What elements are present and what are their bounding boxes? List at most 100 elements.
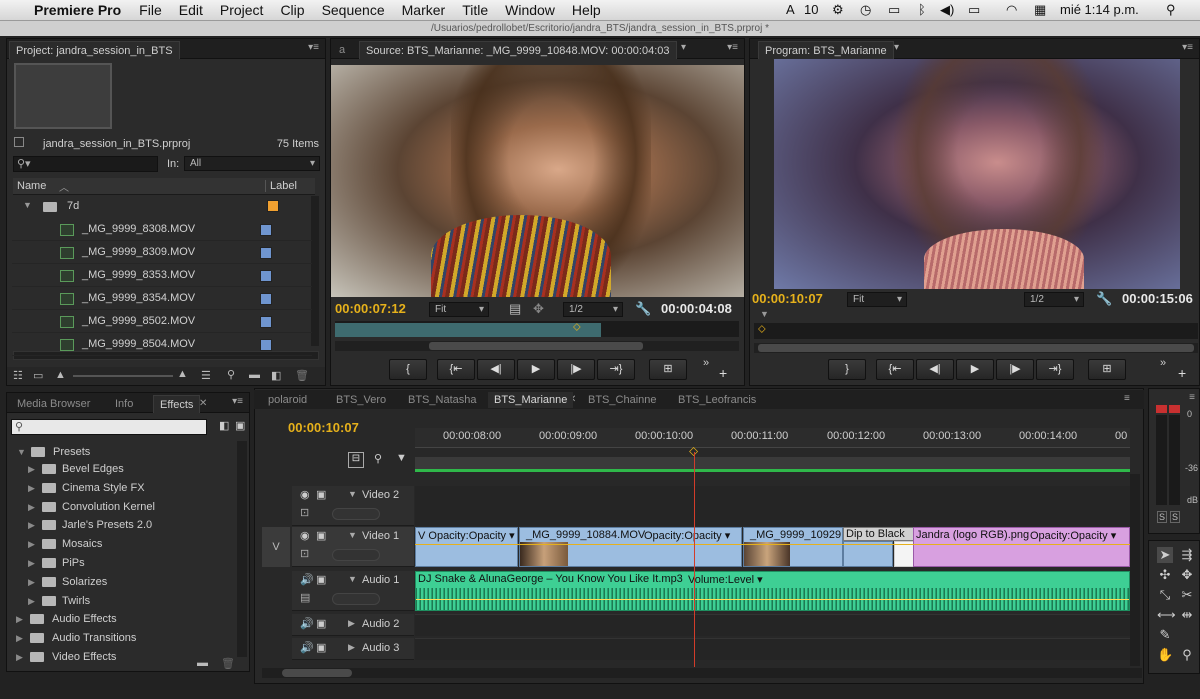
solo-left-button[interactable]: S [1157, 511, 1167, 523]
keyframe-nav[interactable] [332, 593, 380, 605]
settings-icon[interactable]: ⚙ [832, 2, 844, 18]
sync-lock-icon[interactable]: ▣ [316, 641, 326, 654]
effects-scrollbar[interactable] [237, 441, 247, 657]
video-clip-png[interactable]: Jandra (logo RGB).png Opacity:Opacity ▾ [913, 527, 1130, 567]
program-add-button[interactable]: + [1178, 365, 1186, 381]
program-zoom-bar[interactable] [754, 343, 1198, 353]
preset-folder-item[interactable]: ▶ PiPs [28, 554, 228, 572]
expand-icon[interactable]: ▶ [28, 498, 35, 516]
keyframe-icon[interactable]: ⊡ [300, 506, 309, 519]
selection-tool-icon[interactable]: ➤ [1157, 547, 1173, 563]
expand-icon[interactable]: ▶ [16, 629, 23, 647]
menu-file[interactable]: File [139, 2, 162, 18]
app-menu[interactable]: Premiere Pro [34, 2, 121, 18]
source-more-icon[interactable]: » [703, 357, 709, 369]
timeline-playhead[interactable] [694, 452, 695, 667]
col-label[interactable]: Label [265, 180, 297, 192]
project-item-row[interactable]: _MG_9999_8308.MOV [12, 219, 312, 241]
tab-info[interactable]: Info [109, 395, 139, 413]
source-play-button[interactable]: ▶ [517, 359, 555, 380]
track-lane-video2[interactable] [415, 486, 1130, 526]
source-mark-in-button[interactable]: { [389, 359, 427, 380]
sync-lock-icon[interactable]: ▣ [316, 617, 326, 630]
program-playhead-icon[interactable]: ⬦ [758, 323, 766, 336]
tab-collapsed[interactable]: a [333, 41, 351, 59]
menu-marker[interactable]: Marker [402, 2, 446, 18]
program-mark-in-button[interactable]: } [828, 359, 866, 380]
expand-icon[interactable]: ▶ [28, 592, 35, 610]
pen-tool-icon[interactable]: ✎ [1157, 627, 1173, 643]
sync-lock-icon[interactable]: ▣ [316, 488, 326, 501]
video-clip-1[interactable]: V Opacity:Opacity ▾ [415, 527, 518, 567]
preset-folder-item[interactable]: ▶ Bevel Edges [28, 460, 228, 478]
drag-audio-icon[interactable]: ✥ [533, 301, 544, 317]
expand-icon[interactable]: ▼ [23, 200, 32, 210]
slip-tool-icon[interactable]: ⟷ [1157, 607, 1176, 623]
program-video-frame[interactable] [774, 59, 1180, 289]
keyframe-nav[interactable] [332, 549, 380, 561]
source-fit-dropdown[interactable]: Fit [429, 302, 489, 317]
menu-edit[interactable]: Edit [179, 2, 203, 18]
eye-icon[interactable]: ◉ [300, 529, 310, 542]
wifi-icon[interactable]: ◠ [1006, 2, 1017, 18]
preset-folder-item[interactable]: ▶ Mosaics [28, 535, 228, 553]
expand-icon[interactable]: ▶ [16, 648, 23, 666]
timeline-vscroll[interactable] [1130, 474, 1140, 666]
sync-lock-icon[interactable]: ▣ [316, 573, 326, 586]
dip-to-black-transition[interactable]: Dip to Black [843, 527, 915, 541]
trash-icon[interactable]: 🗑 [295, 369, 309, 382]
source-insert-button[interactable]: ⊞ [649, 359, 687, 380]
program-timecode[interactable]: 00:00:10:07 [752, 291, 823, 306]
timeline-hscroll-handle[interactable] [282, 669, 352, 677]
source-video-frame[interactable] [331, 65, 744, 297]
expand-icon[interactable]: ▶ [28, 516, 35, 534]
linked-selection-icon[interactable]: ⚲ [374, 452, 382, 465]
source-time-ruler[interactable]: ⬦ [335, 321, 739, 337]
track-lane-audio3[interactable] [415, 638, 1130, 660]
expand-icon[interactable]: ▶ [28, 535, 35, 553]
video-clip-3[interactable]: _MG_9999_10929. [743, 527, 843, 567]
keyframe-icon[interactable]: ⊡ [300, 547, 309, 560]
program-step-back-button[interactable]: ◀| [916, 359, 954, 380]
volume-icon[interactable]: ◀) [940, 2, 954, 18]
expand-icon[interactable]: ▶ [348, 618, 355, 629]
expand-icon[interactable]: ▶ [16, 610, 23, 628]
opacity-line[interactable] [415, 544, 1130, 545]
source-res-dropdown[interactable]: 1/2 [563, 302, 623, 317]
menu-clip[interactable]: Clip [280, 2, 304, 18]
video-clip-2[interactable]: _MG_9999_10884.MOV Opacity:Opacity ▾ [519, 527, 742, 567]
project-scrollbar[interactable] [311, 196, 319, 346]
program-time-ruler[interactable]: ⬦ [754, 323, 1198, 339]
snap-icon[interactable]: ⊟ [348, 452, 364, 468]
source-tab-menu-icon[interactable]: ▾ [681, 42, 686, 53]
source-add-button[interactable]: + [719, 365, 727, 381]
source-goto-out-button[interactable]: ⇥} [597, 359, 635, 380]
audio-clip-1[interactable]: DJ Snake & AlunaGeorge – You Know You Li… [415, 571, 1130, 611]
drag-video-icon[interactable]: ▤ [509, 301, 521, 317]
new-item-icon[interactable]: ◧ [271, 369, 281, 382]
list-view-icon[interactable]: ☷ [13, 369, 23, 382]
rate-stretch-tool-icon[interactable]: ⤡ [1157, 587, 1173, 603]
zoom-small-icon[interactable]: ▲ [55, 369, 66, 381]
new-bin-icon[interactable]: ▬ [249, 369, 260, 381]
rolling-edit-tool-icon[interactable]: ✥ [1179, 567, 1195, 583]
sequence-tab[interactable]: BTS_Chainne [582, 392, 663, 408]
zoom-tool-icon[interactable]: ⚲ [1179, 647, 1195, 663]
track-select-tool-icon[interactable]: ⇶ [1179, 547, 1195, 563]
effects-panel-menu-icon[interactable]: ▾≡ [232, 396, 243, 407]
speaker-icon[interactable]: 🔊 [300, 573, 314, 586]
source-step-back-button[interactable]: ◀| [477, 359, 515, 380]
hand-tool-icon[interactable]: ✋ [1157, 647, 1173, 663]
accelerated-icon[interactable]: ◧ [219, 419, 229, 432]
collapse-icon[interactable]: ▼ [348, 530, 357, 540]
bluetooth-icon[interactable]: ᛒ [918, 2, 926, 17]
effects-search-field[interactable]: ⚲ [11, 419, 207, 435]
volume-line[interactable] [416, 599, 1129, 600]
source-goto-in-button[interactable]: {⇤ [437, 359, 475, 380]
source-zoom-bar[interactable] [335, 341, 739, 351]
effect-category-item[interactable]: ▶ Audio Effects [16, 610, 226, 628]
program-goto-in-button[interactable]: {⇤ [876, 359, 914, 380]
expand-icon[interactable]: ▶ [28, 460, 35, 478]
expand-icon[interactable]: ▶ [348, 642, 355, 653]
project-item-row[interactable]: _MG_9999_8354.MOV [12, 288, 312, 310]
